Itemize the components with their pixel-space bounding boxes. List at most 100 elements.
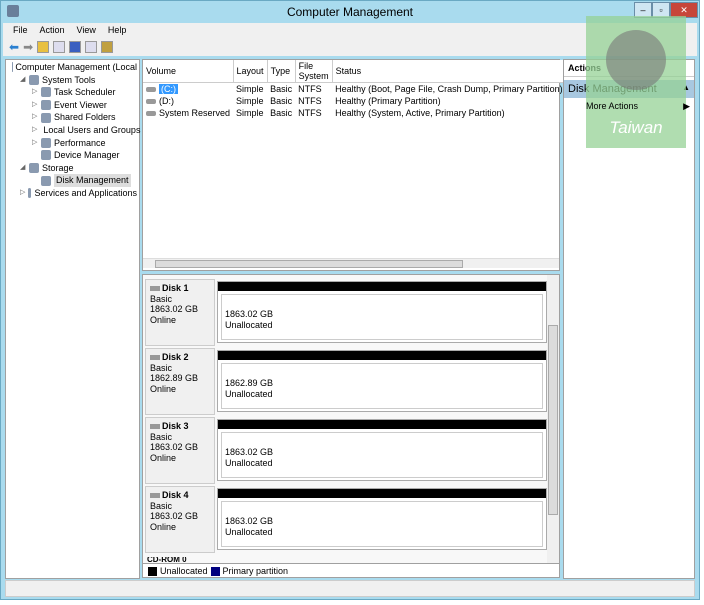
partition-status: Unallocated (225, 527, 273, 537)
tree-item[interactable]: Disk Management (8, 174, 137, 187)
disk-type: Basic (150, 500, 173, 511)
tree-item[interactable]: Computer Management (Local (8, 61, 137, 74)
table-cell: Basic (267, 107, 295, 119)
legend-label: Unallocated (160, 566, 208, 576)
expand-icon[interactable]: ▷ (32, 99, 38, 112)
tree-item[interactable]: ▷ Services and Applications (8, 187, 137, 200)
unallocated-partition[interactable]: 1863.02 GB Unallocated (217, 419, 547, 481)
tree-item[interactable]: ▷ Event Viewer (8, 99, 137, 112)
tree-item[interactable]: ▷ Local Users and Groups (8, 124, 141, 137)
tree-item[interactable]: ▷ Performance (8, 137, 137, 150)
node-icon (29, 163, 39, 174)
cell-text: Healthy (Boot, Page File, Crash Dump, Pr… (335, 83, 563, 94)
node-icon (29, 74, 39, 85)
partition-info: 1863.02 GB Unallocated (221, 294, 543, 340)
disk-name-text: Disk 2 (162, 352, 189, 362)
unallocated-partition[interactable]: 1863.02 GB Unallocated (217, 281, 547, 343)
partition-info: 1863.02 GB Unallocated (221, 432, 543, 478)
menu-file[interactable]: File (13, 23, 28, 38)
menu-help[interactable]: Help (108, 23, 127, 38)
column-header[interactable]: File System (295, 60, 333, 83)
expand-icon[interactable]: ▷ (32, 124, 37, 137)
disk-block[interactable]: Disk 4 Basic 1863.02 GB Online 1863.02 GB Una… (145, 486, 547, 553)
table-cell: (D:) (143, 95, 233, 107)
expand-icon[interactable]: ▷ (32, 137, 38, 150)
table-cell: System Reserved (143, 107, 233, 119)
tree-item[interactable]: ▷ Task Scheduler (8, 86, 137, 99)
more-actions-item[interactable]: More Actions ▶ (564, 98, 694, 114)
partition-status: Unallocated (225, 389, 273, 399)
disk-icon (150, 424, 160, 429)
disk-label[interactable]: Disk 3 Basic 1863.02 GB Online (145, 417, 215, 484)
node-icon (41, 112, 51, 123)
disk-block[interactable]: Disk 2 Basic 1862.89 GB Online 1862.89 GB Una… (145, 348, 547, 415)
watermark-logo: Taiwan (586, 16, 686, 148)
volume-list: VolumeLayoutTypeFile SystemStatusC(C:)Si… (142, 59, 581, 271)
column-header[interactable]: Volume (143, 60, 234, 83)
table-row[interactable]: (C:) Simple Basic NTFS Healthy (Boot, Page F… (143, 83, 580, 95)
partition-color-bar (218, 351, 546, 360)
scrollbar-thumb[interactable] (548, 325, 558, 515)
disk-state: Online (150, 314, 177, 325)
help-icon[interactable] (69, 41, 82, 53)
expand-icon[interactable]: ▷ (32, 111, 38, 124)
unallocated-partition[interactable]: 1862.89 GB Unallocated (217, 350, 547, 412)
partition-size: 1863.02 GB (225, 309, 274, 319)
table-cell: Basic (267, 95, 295, 107)
expand-icon[interactable]: ◢ (20, 74, 26, 87)
horizontal-scrollbar[interactable] (143, 258, 559, 268)
table-cell: Simple (233, 95, 267, 107)
partition-color-bar (218, 282, 546, 291)
partition-size: 1863.02 GB (225, 447, 274, 457)
properties-icon[interactable] (101, 41, 114, 53)
partition-info: 1863.02 GB Unallocated (221, 501, 543, 547)
expand-icon[interactable]: ◢ (20, 162, 26, 175)
disk-label[interactable]: Disk 2 Basic 1862.89 GB Online (145, 348, 215, 415)
table-row[interactable]: System Reserved Simple Basic NTFS Healthy (S… (143, 107, 580, 119)
table-cell: Healthy (Boot, Page File, Crash Dump, Pr… (332, 83, 566, 95)
expand-icon[interactable]: ▷ (32, 86, 38, 99)
tree-item-label: Performance (54, 137, 106, 148)
disk-label[interactable]: Disk 1 Basic 1863.02 GB Online (145, 279, 215, 346)
more-actions-label: More Actions (586, 101, 639, 111)
table-cell: NTFS (295, 107, 332, 119)
tree-item[interactable]: ◢ Storage (8, 162, 137, 175)
up-folder-icon[interactable] (37, 41, 50, 53)
disk-block[interactable]: Disk 1 Basic 1863.02 GB Online 1863.02 GB Una… (145, 279, 547, 346)
disk-size: 1863.02 GB (150, 304, 199, 314)
node-icon (41, 137, 51, 148)
tree-item[interactable]: ◢ System Tools (8, 74, 137, 87)
tree-item[interactable]: ▷ Shared Folders (8, 111, 137, 124)
cell-text: Basic (270, 107, 293, 118)
column-header[interactable]: Type (267, 60, 296, 83)
column-header[interactable]: Layout (233, 60, 268, 83)
cell-text: Healthy (Primary Partition) (335, 95, 441, 106)
watermark-text: Taiwan (609, 118, 663, 137)
disk-name-text: Disk 3 (162, 421, 189, 431)
disk-block[interactable]: Disk 3 Basic 1863.02 GB Online 1863.02 GB Una… (145, 417, 547, 484)
cell-text: (D:) (159, 95, 174, 106)
table-cell: Simple (233, 83, 267, 95)
table-row[interactable]: (D:) Simple Basic NTFS Healthy (Primary Part… (143, 95, 580, 107)
cell-text: System Reserved (159, 107, 231, 118)
vertical-scrollbar[interactable] (547, 275, 559, 563)
menu-action[interactable]: Action (40, 23, 65, 38)
node-icon (41, 175, 51, 186)
partition-size: 1862.89 GB (225, 378, 274, 388)
partition-size: 1863.02 GB (225, 516, 274, 526)
show-hide-tree-icon[interactable] (53, 41, 66, 53)
back-icon[interactable]: ⬅ (9, 40, 19, 54)
node-icon (28, 188, 32, 199)
node-icon (41, 87, 51, 98)
tree-item[interactable]: Device Manager (8, 149, 137, 162)
legend-label: Primary partition (222, 566, 289, 576)
column-header[interactable]: Status (332, 60, 567, 83)
disk-label[interactable]: Disk 4 Basic 1863.02 GB Online (145, 486, 215, 553)
unallocated-partition[interactable]: 1863.02 GB Unallocated (217, 488, 547, 550)
show-hide-action-pane-icon[interactable] (85, 41, 98, 53)
tree-item-label: Local Users and Groups (43, 124, 141, 135)
menu-view[interactable]: View (77, 23, 96, 38)
scrollbar-thumb[interactable] (155, 260, 463, 268)
forward-icon[interactable]: ➡ (23, 40, 33, 54)
expand-icon[interactable]: ▷ (20, 187, 25, 200)
